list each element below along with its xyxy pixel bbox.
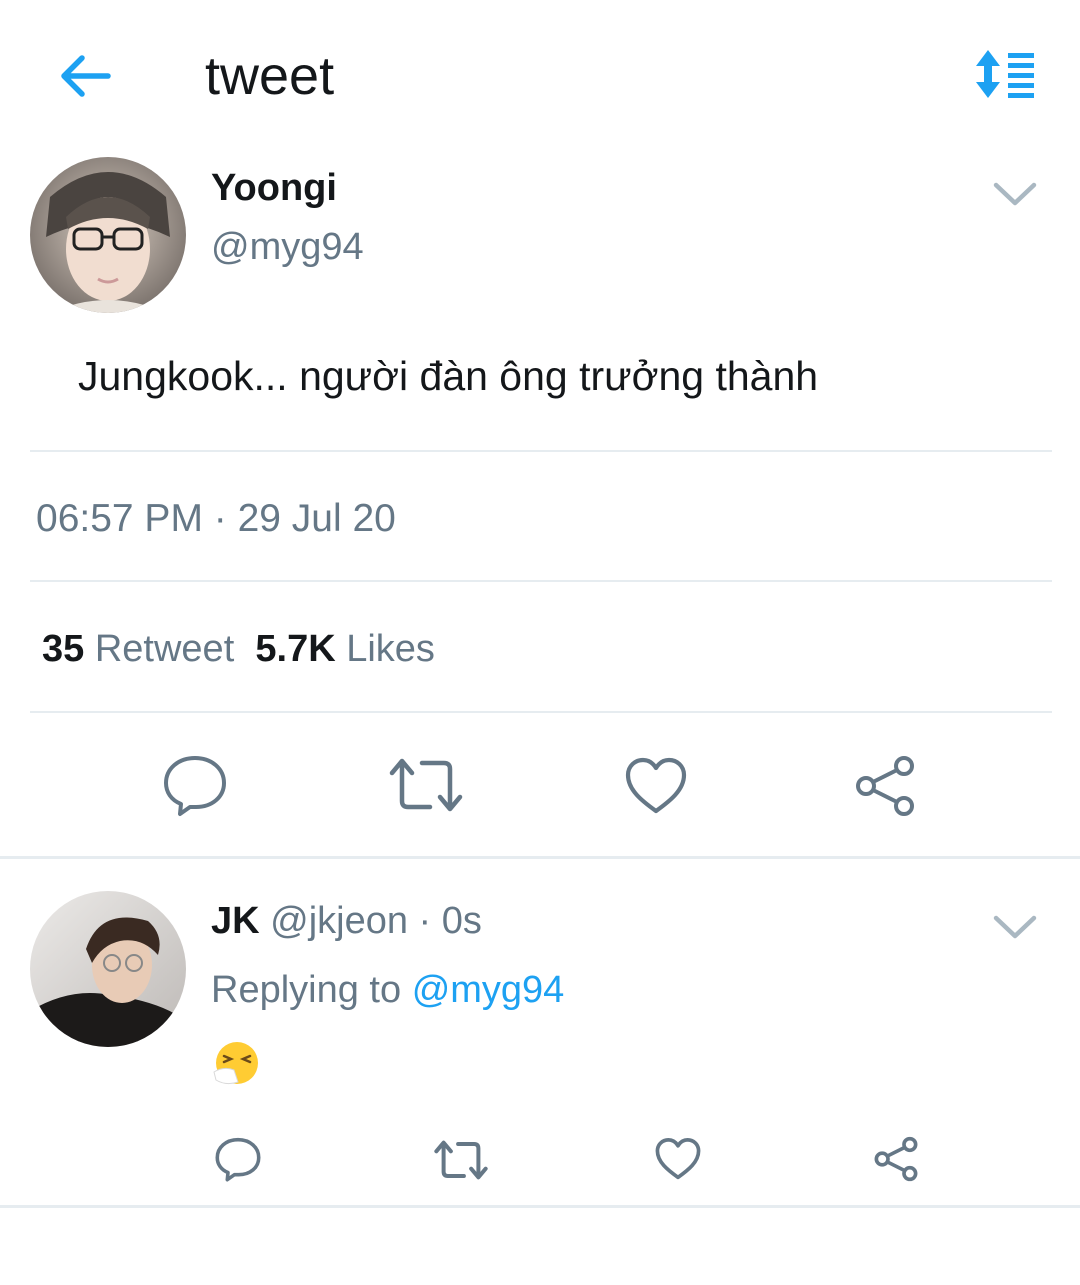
- sort-button[interactable]: [966, 46, 1042, 102]
- divider: [30, 450, 1052, 452]
- chevron-down-icon: [993, 182, 1037, 206]
- page-title: tweet: [205, 46, 335, 106]
- comment-icon: [215, 1137, 261, 1182]
- author-name[interactable]: Yoongi: [211, 166, 337, 210]
- retweet-count: 35: [42, 628, 85, 670]
- comment-icon: [164, 756, 226, 816]
- back-button[interactable]: [52, 48, 116, 104]
- replying-to: Replying to @myg94: [211, 967, 564, 1013]
- tweet-timestamp[interactable]: 06:57 PM · 29 Jul 20: [36, 495, 396, 543]
- section-divider: [0, 1205, 1080, 1208]
- chevron-down-icon: [993, 915, 1037, 939]
- divider: [30, 711, 1052, 713]
- reply-more-button[interactable]: [990, 910, 1040, 944]
- reply-button[interactable]: [160, 752, 230, 818]
- author-handle[interactable]: @myg94: [211, 225, 364, 269]
- reply-retweet-button[interactable]: [432, 1138, 490, 1182]
- divider: [30, 580, 1052, 582]
- sneezing-face-emoji: [210, 1040, 264, 1086]
- avatar-photo: [30, 157, 186, 313]
- retweet-icon: [434, 1140, 488, 1180]
- avatar-photo: [30, 891, 186, 1047]
- sort-list-icon: [976, 50, 1034, 98]
- share-icon: [874, 1136, 918, 1182]
- like-button[interactable]: [622, 755, 690, 817]
- reply-share-button[interactable]: [872, 1135, 920, 1183]
- reply-author-avatar[interactable]: [30, 891, 186, 1047]
- share-icon: [856, 756, 914, 816]
- retweet-button[interactable]: [386, 755, 466, 815]
- retweet-icon: [389, 758, 463, 812]
- likes-stat[interactable]: 5.7K Likes: [255, 628, 435, 670]
- author-avatar[interactable]: [30, 157, 186, 313]
- reply-header: JK @jkjeon · 0s: [211, 898, 482, 944]
- replying-handle-link[interactable]: @myg94: [412, 969, 565, 1011]
- heart-icon: [655, 1138, 701, 1180]
- reply-author-meta[interactable]: @jkjeon · 0s: [270, 900, 482, 942]
- tweet-stats: 35 Retweet 5.7K Likes: [42, 625, 435, 673]
- likes-count: 5.7K: [255, 628, 336, 670]
- arrow-left-icon: [61, 55, 111, 97]
- reply-reply-button[interactable]: [213, 1135, 263, 1183]
- section-divider: [0, 856, 1080, 859]
- tweet-text: Jungkook... người đàn ông trưởng thành: [78, 353, 819, 399]
- likes-label: Likes: [346, 628, 435, 670]
- retweet-stat[interactable]: 35 Retweet: [42, 628, 234, 670]
- heart-icon: [625, 757, 687, 814]
- share-button[interactable]: [852, 754, 918, 818]
- replying-label: Replying to: [211, 969, 402, 1011]
- retweet-label: Retweet: [94, 628, 235, 670]
- reply-like-button[interactable]: [653, 1136, 703, 1182]
- tweet-more-button[interactable]: [990, 177, 1040, 211]
- reply-author-name[interactable]: JK: [211, 900, 260, 942]
